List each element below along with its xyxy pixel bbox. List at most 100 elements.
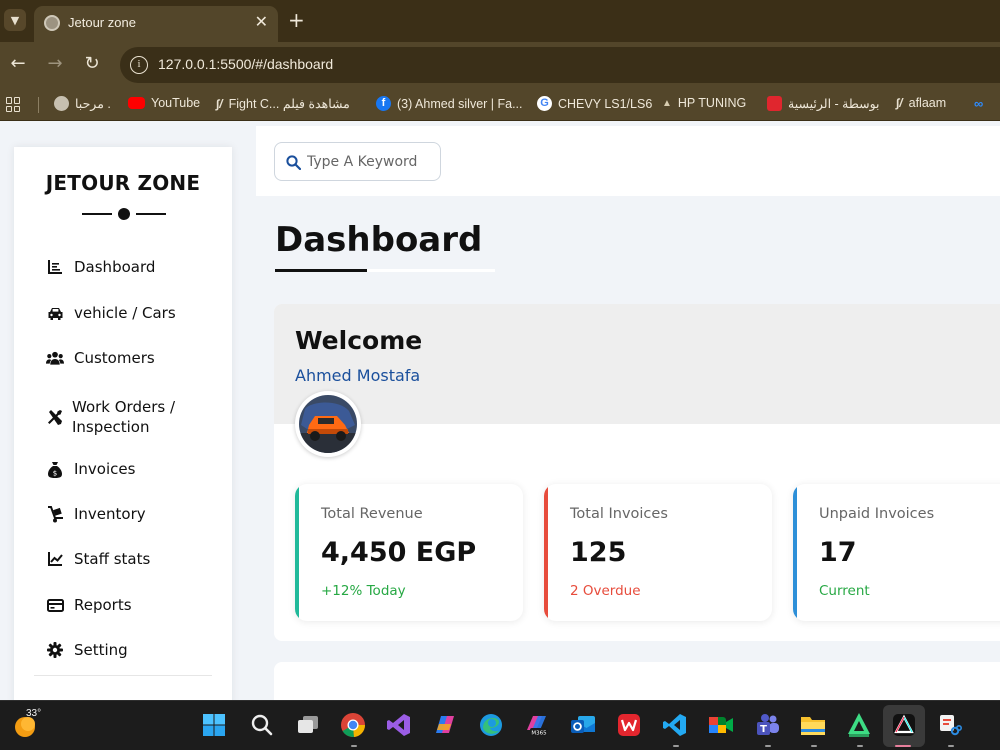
tab-title: Jetour zone	[68, 15, 136, 30]
sidebar-item-staff-stats[interactable]: Staff stats	[14, 539, 232, 579]
car-icon	[46, 304, 64, 322]
content-card	[274, 662, 1000, 700]
stat-card-total-revenue: Total Revenue 4,450 EGP +12% Today	[295, 484, 523, 621]
sidebar-item-label: Setting	[74, 641, 128, 659]
sidebar-item-dashboard[interactable]: Dashboard	[14, 247, 232, 287]
bookmark-item[interactable]: G CHEVY LS1/LS6	[537, 96, 652, 111]
site-info-icon[interactable]: i	[130, 56, 148, 74]
reload-icon[interactable]: ↻	[82, 54, 102, 74]
svg-text:M365: M365	[531, 731, 547, 737]
bookmark-label: مرحبا .	[75, 97, 111, 111]
fire-icon: ∫/	[896, 96, 903, 110]
file-explorer-icon[interactable]	[799, 711, 827, 739]
bookmark-item[interactable]: مرحبا .	[54, 96, 111, 111]
bookmark-item[interactable]: ∫/ Fight C... مشاهدة فيلم	[216, 96, 350, 112]
snipping-tool-icon[interactable]	[936, 711, 964, 739]
bookmark-label: بوسطة - الرئيسية	[788, 97, 880, 111]
windows-start-icon[interactable]	[200, 711, 228, 739]
close-tab-icon[interactable]: ✕	[255, 12, 268, 31]
sidebar-item-invoices[interactable]: $ Invoices	[14, 449, 232, 489]
browser-tabstrip: ▼ Jetour zone ✕ +	[0, 0, 1000, 42]
tools-icon	[46, 408, 64, 426]
running-indicator	[351, 745, 357, 747]
chrome-icon[interactable]	[339, 711, 367, 739]
sidebar: JETOUR ZONE Dashboard vehicle / Cars Cus…	[14, 147, 232, 700]
search-icon[interactable]	[248, 711, 276, 739]
stat-label: Unpaid Invoices	[819, 506, 935, 522]
stat-label: Total Invoices	[570, 506, 668, 522]
search-icon	[286, 155, 301, 170]
welcome-title: Welcome	[295, 326, 423, 355]
money-bag-icon: $	[46, 460, 64, 478]
stat-note: Current	[819, 583, 870, 599]
sidebar-item-customers[interactable]: Customers	[14, 338, 232, 378]
address-url[interactable]: 127.0.0.1:5500/#/dashboard	[158, 56, 333, 72]
stat-label: Total Revenue	[321, 506, 423, 522]
stat-value: 17	[819, 537, 857, 568]
sidebar-item-inventory[interactable]: Inventory	[14, 494, 232, 534]
bookmark-label: HP TUNING	[677, 96, 747, 110]
topbar	[256, 126, 1000, 196]
forward-icon[interactable]: →	[45, 54, 65, 74]
google-icon: G	[537, 96, 552, 111]
task-view-icon[interactable]	[294, 711, 322, 739]
tab-search-button[interactable]: ▼	[4, 9, 26, 31]
facebook-icon: f	[376, 96, 391, 111]
stat-accent-bar	[544, 484, 548, 621]
running-indicator-active	[895, 745, 911, 747]
globe-icon	[54, 96, 69, 111]
windows-taskbar: 33° M365 T	[0, 700, 1000, 750]
bookmark-item[interactable]: f (3) Ahmed silver | Fa...	[376, 96, 523, 111]
outlook-icon[interactable]	[569, 711, 597, 739]
bookmark-item[interactable]: ∫/ aflaam	[896, 96, 946, 110]
sidebar-divider	[34, 675, 212, 676]
teams-icon[interactable]: T	[753, 711, 781, 739]
sidebar-item-label: Staff stats	[74, 550, 151, 568]
stat-accent-bar	[295, 484, 299, 621]
stat-value: 125	[570, 537, 627, 568]
bookmark-label: (3) Ahmed silver | Fa...	[397, 96, 523, 111]
sidebar-item-vehicles[interactable]: vehicle / Cars	[14, 293, 232, 333]
address-bar[interactable]: i 127.0.0.1:5500/#/dashboard	[120, 47, 1000, 83]
bookmark-item[interactable]: بوسطة - الرئيسية	[767, 96, 880, 111]
browser-tab[interactable]: Jetour zone ✕	[34, 6, 278, 42]
apps-grid-icon[interactable]	[6, 97, 21, 112]
line-chart-icon	[46, 550, 64, 568]
bookmark-label: CHEVY LS1/LS6	[558, 96, 653, 111]
wps-icon[interactable]	[615, 711, 643, 739]
bookmark-label: YouTube	[151, 96, 201, 110]
new-tab-button[interactable]: +	[288, 8, 305, 32]
copilot-icon[interactable]	[431, 711, 459, 739]
bookmarks-separator	[38, 97, 39, 113]
back-icon[interactable]: ←	[8, 54, 28, 74]
sidebar-item-reports[interactable]: Reports	[14, 585, 232, 625]
sidebar-item-label: vehicle / Cars	[74, 304, 176, 322]
bookmark-item[interactable]: ▲ HP TUNING	[662, 96, 746, 110]
search-input[interactable]	[307, 152, 435, 172]
dolly-icon	[46, 505, 64, 523]
weather-temperature: 33°	[26, 708, 42, 719]
running-indicator	[673, 745, 679, 747]
edge-icon[interactable]	[477, 711, 505, 739]
stat-value: 4,450 EGP	[321, 537, 477, 568]
running-indicator	[857, 745, 863, 747]
sidebar-item-work-orders[interactable]: Work Orders / Inspection	[14, 393, 232, 441]
m365-icon[interactable]: M365	[523, 711, 551, 739]
bookmark-item[interactable]: ∞	[974, 96, 983, 111]
bookmark-label: aflaam	[908, 96, 947, 110]
stat-card-total-invoices: Total Invoices 125 2 Overdue	[544, 484, 772, 621]
sidebar-item-setting[interactable]: Setting	[14, 630, 232, 670]
avatar[interactable]	[295, 391, 361, 457]
bookmark-item[interactable]: YouTube	[128, 96, 200, 110]
capcut-icon[interactable]	[890, 711, 918, 739]
fire-icon: ∫/	[216, 96, 223, 111]
sidebar-item-label: Reports	[74, 596, 132, 614]
search-box[interactable]	[274, 142, 441, 181]
avatar-car-image	[299, 395, 357, 453]
meta-icon: ∞	[974, 96, 984, 111]
running-indicator	[765, 745, 771, 747]
visual-studio-icon[interactable]	[385, 711, 413, 739]
meet-icon[interactable]	[707, 711, 735, 739]
vscode-icon[interactable]	[661, 711, 689, 739]
android-studio-icon[interactable]	[845, 711, 873, 739]
